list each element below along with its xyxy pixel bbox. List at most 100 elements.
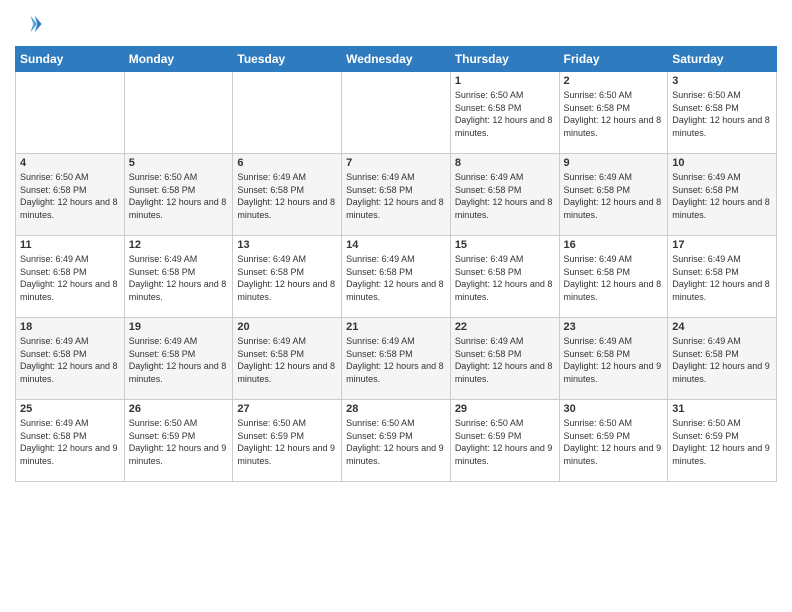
day-number: 4 — [20, 157, 120, 169]
day-info: Sunrise: 6:49 AMSunset: 6:58 PMDaylight:… — [455, 171, 555, 221]
day-number: 30 — [564, 403, 664, 415]
logo-icon — [15, 10, 43, 38]
calendar-cell: 4 Sunrise: 6:50 AMSunset: 6:58 PMDaylight… — [16, 154, 125, 236]
calendar-cell: 21 Sunrise: 6:49 AMSunset: 6:58 PMDayligh… — [342, 318, 451, 400]
calendar-cell: 15 Sunrise: 6:49 AMSunset: 6:58 PMDayligh… — [450, 236, 559, 318]
calendar-cell: 17 Sunrise: 6:49 AMSunset: 6:58 PMDayligh… — [668, 236, 777, 318]
day-info: Sunrise: 6:49 AMSunset: 6:58 PMDaylight:… — [672, 335, 772, 385]
calendar-cell — [342, 72, 451, 154]
day-header-thursday: Thursday — [450, 47, 559, 72]
calendar-cell: 22Sunrise: 6:49 AMSunset: 6:58 PMDayligh… — [450, 318, 559, 400]
week-row-2: 4 Sunrise: 6:50 AMSunset: 6:58 PMDaylight… — [16, 154, 777, 236]
calendar-cell: 11 Sunrise: 6:49 AMSunset: 6:58 PMDayligh… — [16, 236, 125, 318]
day-number: 12 — [129, 239, 229, 251]
calendar-cell: 16 Sunrise: 6:49 AMSunset: 6:58 PMDayligh… — [559, 236, 668, 318]
day-info: Sunrise: 6:49 AMSunset: 6:58 PMDaylight:… — [346, 171, 446, 221]
calendar-cell: 14 Sunrise: 6:49 AMSunset: 6:58 PMDayligh… — [342, 236, 451, 318]
day-number: 23 — [564, 321, 664, 333]
day-info: Sunrise: 6:50 AMSunset: 6:58 PMDaylight:… — [129, 171, 229, 221]
day-info: Sunrise: 6:49 AMSunset: 6:58 PMDaylight:… — [20, 417, 120, 467]
day-number: 29 — [455, 403, 555, 415]
day-info: Sunrise: 6:50 AMSunset: 6:58 PMDaylight:… — [455, 89, 555, 139]
calendar-cell: 10 Sunrise: 6:49 AMSunset: 6:58 PMDayligh… — [668, 154, 777, 236]
calendar-cell: 19Sunrise: 6:49 AMSunset: 6:58 PMDayligh… — [124, 318, 233, 400]
day-number: 13 — [237, 239, 337, 251]
day-info: Sunrise: 6:49 AMSunset: 6:58 PMDaylight:… — [237, 335, 337, 385]
day-info: Sunrise: 6:49 AMSunset: 6:58 PMDaylight:… — [672, 253, 772, 303]
day-number: 24 — [672, 321, 772, 333]
calendar-cell — [233, 72, 342, 154]
day-number: 2 — [564, 75, 664, 87]
day-header-saturday: Saturday — [668, 47, 777, 72]
day-info: Sunrise: 6:49 AMSunset: 6:58 PMDaylight:… — [237, 253, 337, 303]
week-row-3: 11 Sunrise: 6:49 AMSunset: 6:58 PMDayligh… — [16, 236, 777, 318]
calendar-cell: 20Sunrise: 6:49 AMSunset: 6:58 PMDayligh… — [233, 318, 342, 400]
day-info: Sunrise: 6:50 AMSunset: 6:58 PMDaylight:… — [672, 89, 772, 139]
calendar-cell: 7 Sunrise: 6:49 AMSunset: 6:58 PMDaylight… — [342, 154, 451, 236]
day-number: 26 — [129, 403, 229, 415]
header — [15, 10, 777, 38]
day-number: 9 — [564, 157, 664, 169]
calendar-cell: 31Sunrise: 6:50 AMSunset: 6:59 PMDayligh… — [668, 400, 777, 482]
day-header-tuesday: Tuesday — [233, 47, 342, 72]
day-number: 14 — [346, 239, 446, 251]
day-info: Sunrise: 6:50 AMSunset: 6:59 PMDaylight:… — [672, 417, 772, 467]
day-number: 22 — [455, 321, 555, 333]
calendar-cell: 26 Sunrise: 6:50 AMSunset: 6:59 PMDayligh… — [124, 400, 233, 482]
day-number: 27 — [237, 403, 337, 415]
day-info: Sunrise: 6:49 AMSunset: 6:58 PMDaylight:… — [672, 171, 772, 221]
day-number: 11 — [20, 239, 120, 251]
calendar-cell: 9 Sunrise: 6:49 AMSunset: 6:58 PMDaylight… — [559, 154, 668, 236]
day-number: 3 — [672, 75, 772, 87]
calendar-cell: 1 Sunrise: 6:50 AMSunset: 6:58 PMDaylight… — [450, 72, 559, 154]
calendar-cell: 18Sunrise: 6:49 AMSunset: 6:58 PMDayligh… — [16, 318, 125, 400]
day-info: Sunrise: 6:49 AMSunset: 6:58 PMDaylight:… — [346, 335, 446, 385]
calendar-cell: 24 Sunrise: 6:49 AMSunset: 6:58 PMDayligh… — [668, 318, 777, 400]
day-info: Sunrise: 6:49 AMSunset: 6:58 PMDaylight:… — [20, 335, 120, 385]
day-header-monday: Monday — [124, 47, 233, 72]
day-number: 16 — [564, 239, 664, 251]
calendar-cell: 29 Sunrise: 6:50 AMSunset: 6:59 PMDayligh… — [450, 400, 559, 482]
calendar-table: SundayMondayTuesdayWednesdayThursdayFrid… — [15, 46, 777, 482]
day-number: 7 — [346, 157, 446, 169]
calendar-cell: 12 Sunrise: 6:49 AMSunset: 6:58 PMDayligh… — [124, 236, 233, 318]
week-row-5: 25Sunrise: 6:49 AMSunset: 6:58 PMDayligh… — [16, 400, 777, 482]
day-info: Sunrise: 6:50 AMSunset: 6:59 PMDaylight:… — [455, 417, 555, 467]
day-info: Sunrise: 6:49 AMSunset: 6:58 PMDaylight:… — [564, 335, 664, 385]
calendar-cell: 23 Sunrise: 6:49 AMSunset: 6:58 PMDayligh… — [559, 318, 668, 400]
day-number: 1 — [455, 75, 555, 87]
calendar-cell: 5 Sunrise: 6:50 AMSunset: 6:58 PMDaylight… — [124, 154, 233, 236]
day-info: Sunrise: 6:49 AMSunset: 6:58 PMDaylight:… — [455, 253, 555, 303]
day-info: Sunrise: 6:49 AMSunset: 6:58 PMDaylight:… — [564, 171, 664, 221]
day-info: Sunrise: 6:50 AMSunset: 6:59 PMDaylight:… — [346, 417, 446, 467]
day-info: Sunrise: 6:49 AMSunset: 6:58 PMDaylight:… — [346, 253, 446, 303]
day-info: Sunrise: 6:49 AMSunset: 6:58 PMDaylight:… — [20, 253, 120, 303]
week-row-4: 18Sunrise: 6:49 AMSunset: 6:58 PMDayligh… — [16, 318, 777, 400]
day-number: 17 — [672, 239, 772, 251]
week-row-1: 1 Sunrise: 6:50 AMSunset: 6:58 PMDaylight… — [16, 72, 777, 154]
day-number: 5 — [129, 157, 229, 169]
logo — [15, 10, 47, 38]
calendar-cell: 25Sunrise: 6:49 AMSunset: 6:58 PMDayligh… — [16, 400, 125, 482]
calendar-cell: 28Sunrise: 6:50 AMSunset: 6:59 PMDayligh… — [342, 400, 451, 482]
page: SundayMondayTuesdayWednesdayThursdayFrid… — [0, 0, 792, 612]
calendar-cell: 27Sunrise: 6:50 AMSunset: 6:59 PMDayligh… — [233, 400, 342, 482]
day-number: 15 — [455, 239, 555, 251]
day-header-friday: Friday — [559, 47, 668, 72]
day-header-sunday: Sunday — [16, 47, 125, 72]
day-info: Sunrise: 6:50 AMSunset: 6:59 PMDaylight:… — [129, 417, 229, 467]
calendar-cell — [124, 72, 233, 154]
day-number: 19 — [129, 321, 229, 333]
day-info: Sunrise: 6:49 AMSunset: 6:58 PMDaylight:… — [564, 253, 664, 303]
calendar-cell: 8Sunrise: 6:49 AMSunset: 6:58 PMDaylight… — [450, 154, 559, 236]
day-number: 21 — [346, 321, 446, 333]
calendar-header-row: SundayMondayTuesdayWednesdayThursdayFrid… — [16, 47, 777, 72]
day-number: 10 — [672, 157, 772, 169]
calendar-header: SundayMondayTuesdayWednesdayThursdayFrid… — [16, 47, 777, 72]
calendar-cell: 6Sunrise: 6:49 AMSunset: 6:58 PMDaylight… — [233, 154, 342, 236]
day-info: Sunrise: 6:49 AMSunset: 6:58 PMDaylight:… — [129, 253, 229, 303]
day-info: Sunrise: 6:50 AMSunset: 6:58 PMDaylight:… — [20, 171, 120, 221]
day-number: 6 — [237, 157, 337, 169]
day-info: Sunrise: 6:50 AMSunset: 6:59 PMDaylight:… — [564, 417, 664, 467]
calendar-cell: 30 Sunrise: 6:50 AMSunset: 6:59 PMDayligh… — [559, 400, 668, 482]
